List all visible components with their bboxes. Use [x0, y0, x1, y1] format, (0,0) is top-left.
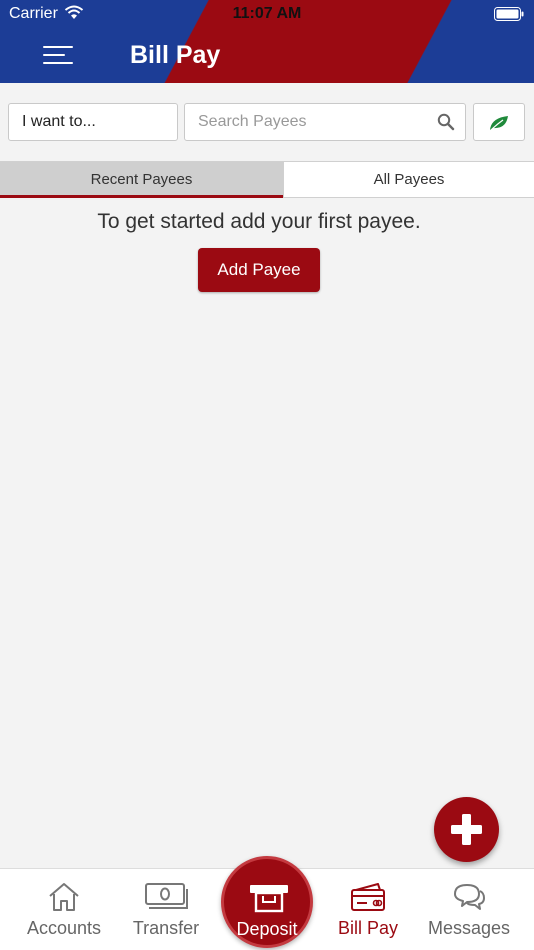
leaf-icon: [488, 116, 508, 133]
nav-bill-pay[interactable]: Bill Pay: [318, 869, 418, 950]
page-title: Bill Pay: [130, 41, 221, 69]
messages-icon: [454, 884, 485, 910]
nav-label: Accounts: [26, 918, 102, 938]
nav-label: Messages: [427, 918, 511, 938]
leaf-button[interactable]: [473, 103, 525, 141]
nav-label: Deposit: [236, 919, 298, 939]
nav-messages[interactable]: Messages: [419, 869, 519, 950]
payee-tabs: Recent Payees All Payees: [0, 161, 534, 198]
fab-add-button[interactable]: [434, 797, 499, 862]
menu-icon: [43, 46, 73, 48]
battery-icon: [494, 7, 524, 21]
toolbar: I want to...: [0, 83, 534, 161]
nav-transfer[interactable]: Transfer: [116, 869, 216, 950]
status-bar: Carrier 11:07 AM: [0, 0, 534, 28]
plus-icon: [451, 814, 482, 845]
nav-accounts[interactable]: Accounts: [14, 869, 114, 950]
search-box: [184, 103, 466, 141]
nav-label: Bill Pay: [337, 918, 399, 938]
tab-recent-payees[interactable]: Recent Payees: [0, 162, 283, 198]
search-icon[interactable]: [437, 113, 455, 131]
bill-pay-icon: [351, 883, 385, 911]
empty-state-message: To get started add your first payee.: [97, 210, 421, 233]
nav-deposit[interactable]: Deposit: [221, 856, 313, 948]
add-payee-button[interactable]: Add Payee: [198, 248, 320, 292]
menu-button[interactable]: [40, 42, 76, 68]
tab-all-payees[interactable]: All Payees: [283, 162, 534, 197]
nav-label: Transfer: [132, 918, 200, 938]
app-header: Carrier 11:07 AM Bill Pay: [0, 0, 534, 83]
cash-icon: [145, 883, 188, 909]
deposit-icon: [250, 885, 288, 913]
search-input[interactable]: [185, 104, 429, 140]
clock: 11:07 AM: [232, 5, 302, 22]
home-icon: [49, 883, 79, 911]
action-select[interactable]: I want to...: [8, 103, 178, 141]
